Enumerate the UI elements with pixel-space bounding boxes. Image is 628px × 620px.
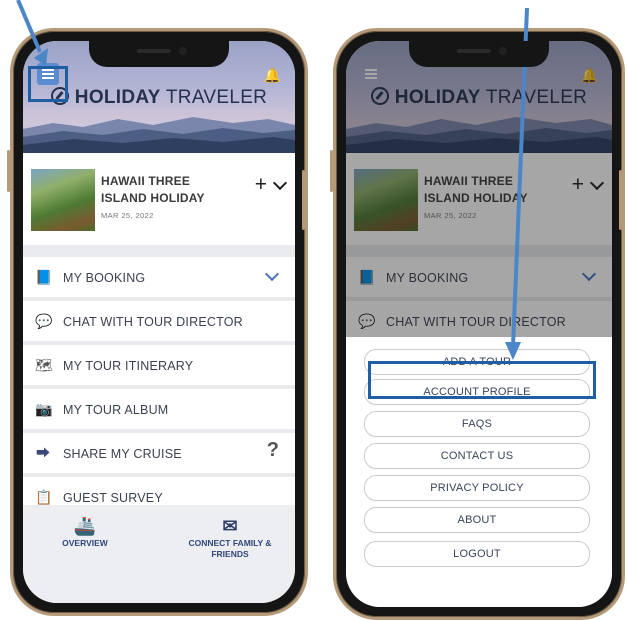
bottom-nav: 🚢 OVERVIEW ✉ CONNECT FAMILY & FRIENDS: [23, 505, 295, 603]
chevron-down-icon[interactable]: [264, 266, 280, 282]
faqs-button[interactable]: FAQS: [364, 411, 590, 437]
contact-us-button[interactable]: CONTACT US: [364, 443, 590, 469]
tour-card[interactable]: HAWAII THREE ISLAND HOLIDAY MAR 25, 2022…: [23, 153, 295, 245]
menu-item-chat[interactable]: 💬 CHAT WITH TOUR DIRECTOR: [23, 301, 295, 341]
ship-icon: 🚢: [73, 516, 97, 536]
menu-item-label: MY TOUR ALBUM: [63, 403, 169, 417]
menu-item-label: SHARE MY CRUISE: [63, 447, 182, 461]
highlight-box-menu-button: [28, 66, 68, 102]
clipboard-icon: 📋: [35, 489, 53, 505]
chevron-down-icon[interactable]: [272, 175, 288, 191]
menu-item-itinerary[interactable]: 🗺 MY TOUR ITINERARY: [23, 345, 295, 385]
phone-left: 🔔 HOLIDAY TRAVELER HAWAII THREE ISLAND H…: [10, 28, 308, 616]
highlight-box-add-a-tour: [368, 361, 596, 399]
phone-notch: [409, 41, 549, 67]
privacy-policy-button[interactable]: PRIVACY POLICY: [364, 475, 590, 501]
phone-side-button: [330, 150, 333, 192]
phone-right: 🔔 HOLIDAY TRAVELER HAWAII THREE ISLAND H…: [333, 28, 625, 620]
app-screen-left: 🔔 HOLIDAY TRAVELER HAWAII THREE ISLAND H…: [23, 41, 295, 603]
nav-overview[interactable]: 🚢 OVERVIEW: [49, 516, 121, 549]
share-icon: ⮕: [36, 445, 50, 461]
tour-thumbnail: [31, 169, 95, 231]
chat-icon: 💬: [35, 313, 53, 329]
app-screen-right: 🔔 HOLIDAY TRAVELER HAWAII THREE ISLAND H…: [346, 41, 612, 607]
bell-icon[interactable]: 🔔: [264, 67, 281, 84]
menu-item-label: MY BOOKING: [63, 271, 146, 285]
add-tour-plus-icon[interactable]: +: [255, 173, 267, 197]
booking-icon: 📘: [35, 269, 53, 285]
phone-side-button: [619, 170, 622, 230]
menu-item-share[interactable]: ⮕ SHARE MY CRUISE ?: [23, 433, 295, 473]
nav-connect[interactable]: ✉ CONNECT FAMILY & FRIENDS: [185, 516, 275, 560]
menu-item-label: GUEST SURVEY: [63, 491, 163, 505]
menu-item-label: MY TOUR ITINERARY: [63, 359, 194, 373]
menu-item-label: CHAT WITH TOUR DIRECTOR: [63, 315, 243, 329]
menu-item-album[interactable]: 📷 MY TOUR ALBUM: [23, 389, 295, 429]
nav-connect-label: CONNECT FAMILY & FRIENDS: [188, 538, 272, 559]
nav-overview-label: OVERVIEW: [62, 538, 108, 548]
phone-side-button: [302, 170, 305, 230]
about-button[interactable]: ABOUT: [364, 507, 590, 533]
menu-item-my-booking[interactable]: 📘 MY BOOKING: [23, 257, 295, 297]
logout-button[interactable]: LOGOUT: [364, 541, 590, 567]
phone-side-button: [7, 150, 10, 192]
mountain-banner: [23, 117, 295, 153]
envelope-icon: ✉: [222, 516, 238, 536]
map-icon: 🗺: [35, 357, 53, 373]
tour-date: MAR 25, 2022: [101, 211, 154, 220]
camera-icon: 📷: [35, 401, 53, 417]
tour-title: HAWAII THREE ISLAND HOLIDAY: [101, 174, 205, 205]
help-icon[interactable]: ?: [267, 439, 279, 462]
phone-notch: [89, 41, 229, 67]
